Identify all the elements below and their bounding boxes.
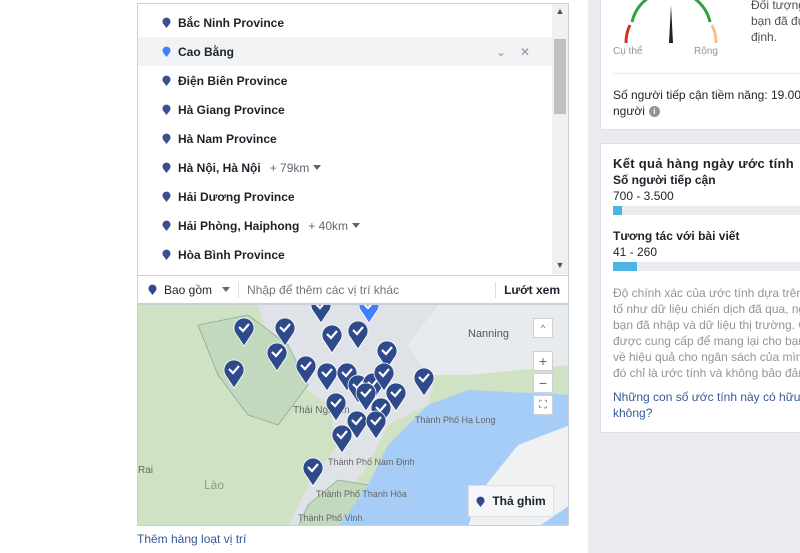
zoom-in-button[interactable]: + xyxy=(533,351,553,371)
bulk-add-locations-link[interactable]: Thêm hàng loạt vị trí xyxy=(137,532,246,546)
disclaimer-line: bạn đã nhập và dữ liệu thị trường. C xyxy=(613,318,800,332)
map-label-ha-long: Thành Phố Hạ Long xyxy=(415,415,496,425)
location-item[interactable]: Hải Dương Province xyxy=(138,182,552,211)
include-label: Bao gồm xyxy=(164,282,213,297)
location-item[interactable]: Hải Phòng, Haiphong + 40km xyxy=(138,211,552,240)
drop-pin-button[interactable]: Thả ghim xyxy=(468,485,554,517)
divider xyxy=(238,281,240,298)
helpful-line: không? xyxy=(613,406,653,420)
location-item[interactable]: Hòa Bình Province xyxy=(138,240,552,269)
map-label-lao: Lào xyxy=(204,478,224,492)
pin-icon xyxy=(162,220,171,231)
map-label-rai: Rai xyxy=(138,465,153,476)
pin-icon xyxy=(162,46,171,57)
zoom-out-button[interactable]: − xyxy=(533,373,553,393)
map[interactable]: Nanning Thái Nguyên Thành Phố Hạ Long Th… xyxy=(137,304,569,526)
radius-dropdown[interactable]: + 40km xyxy=(308,218,361,233)
pin-icon xyxy=(162,104,171,115)
engagement-progress-bar xyxy=(613,262,800,271)
pin-icon xyxy=(162,249,171,260)
drop-pin-label: Thả ghim xyxy=(492,494,546,508)
disclaimer-line: về hiệu quả cho ngân sách của mình xyxy=(613,350,800,364)
pin-icon xyxy=(162,133,171,144)
pin-icon xyxy=(162,191,171,202)
location-item[interactable]: Điện Biên Province xyxy=(138,66,552,95)
remove-icon[interactable]: ✕ xyxy=(520,45,530,59)
location-item[interactable]: Hà Nam Province xyxy=(138,124,552,153)
map-label-thanh-hoa: Thành Phố Thanh Hóa xyxy=(316,489,407,499)
disclaimer-line: tố như dữ liệu chiến dịch đã qua, ng xyxy=(613,302,800,316)
pin-icon xyxy=(162,75,171,86)
selected-locations-list: Bắc Ninh Province Cao Bằng ⌄ ✕ Điện Biên Pro… xyxy=(137,3,569,275)
radius-value: + 40km xyxy=(308,218,349,233)
potential-reach: Số người tiếp cận tiềm năng: 19.000 ngườ… xyxy=(613,87,800,119)
estimates-title: Kết quả hàng ngày ước tính xyxy=(613,156,795,171)
audience-gauge xyxy=(624,0,718,44)
disclaimer-line: được cung cấp để mang lại cho bạn xyxy=(613,334,800,348)
scrollbar-thumb[interactable] xyxy=(554,39,566,114)
map-label-vinh: Thành Phố Vinh xyxy=(298,513,362,523)
scroll-down-icon[interactable]: ▼ xyxy=(552,260,568,270)
audience-definition-card: Cụ thể Rộng Đối tượng bạn đã đư định. Số… xyxy=(600,0,800,130)
disclaimer-line: đó chỉ là ước tính và không bảo đảm xyxy=(613,366,800,380)
desc-line: bạn đã đư xyxy=(751,14,800,28)
audience-description: Đối tượng bạn đã đư định. xyxy=(751,0,800,45)
location-item[interactable]: Cao Bằng ⌄ ✕ xyxy=(138,37,552,66)
location-search-input[interactable] xyxy=(247,282,488,297)
estimate-disclaimer: Độ chính xác của ước tính dựa trên c tố … xyxy=(613,285,800,381)
daily-estimates-card: Kết quả hàng ngày ước tính Số người tiếp… xyxy=(600,143,800,433)
desc-line: định. xyxy=(751,30,778,44)
map-label-nanning: Nanning xyxy=(468,328,509,340)
gauge-broad-label: Rộng xyxy=(694,46,718,57)
location-name: Hải Phòng, Haiphong xyxy=(178,218,300,233)
potential-reach-value: Số người tiếp cận tiềm năng: 19.000 xyxy=(613,88,800,102)
location-name: Cao Bằng xyxy=(178,44,235,59)
reach-value: 700 - 3.500 xyxy=(613,189,674,203)
right-sidebar: Cụ thể Rộng Đối tượng bạn đã đư định. Số… xyxy=(588,0,800,553)
recenter-icon[interactable]: ⛶ xyxy=(533,395,553,415)
info-icon[interactable]: i xyxy=(648,105,660,117)
estimates-helpful-link[interactable]: Những con số ước tính này có hữu í không… xyxy=(613,389,800,421)
engagement-progress-fill xyxy=(613,262,638,271)
location-name: Hòa Bình Province xyxy=(178,247,285,262)
include-dropdown[interactable]: Bao gồm xyxy=(148,282,231,297)
location-name: Điện Biên Province xyxy=(178,73,288,88)
engagement-label: Tương tác với bài viết xyxy=(613,229,740,243)
pin-icon xyxy=(162,17,171,28)
location-name: Hải Dương Province xyxy=(178,189,295,204)
location-name: Bắc Ninh Province xyxy=(178,15,285,30)
caret-down-icon xyxy=(313,165,322,170)
caret-down-icon xyxy=(222,287,231,292)
divider xyxy=(613,73,800,74)
scroll-up-icon[interactable]: ▲ xyxy=(552,6,568,16)
reach-progress-bar xyxy=(613,206,800,215)
helpful-line: Những con số ước tính này có hữu í xyxy=(613,390,800,404)
scrollbar[interactable]: ▲ ▼ xyxy=(552,4,568,274)
pin-icon xyxy=(476,496,485,507)
pin-icon xyxy=(148,284,157,295)
reach-label: Số người tiếp cận xyxy=(613,173,716,187)
radius-value: + 79km xyxy=(269,160,310,175)
location-item[interactable]: Bắc Ninh Province xyxy=(138,8,552,37)
browse-button[interactable]: Lướt xem xyxy=(504,283,568,297)
chevron-down-icon[interactable]: ⌄ xyxy=(496,45,506,59)
divider xyxy=(495,281,497,298)
gauge-specific-label: Cụ thể xyxy=(613,46,643,57)
engagement-value: 41 - 260 xyxy=(613,245,658,259)
location-input-bar: Bao gồm Lướt xem xyxy=(137,275,569,304)
potential-reach-unit: người xyxy=(613,104,645,118)
location-name: Hà Nội, Hà Nội xyxy=(178,160,261,175)
map-label-nam-dinh: Thành Phố Nam Định xyxy=(328,457,415,467)
radius-dropdown[interactable]: + 79km xyxy=(270,161,322,175)
collapse-map-button[interactable]: ^ xyxy=(533,318,553,338)
desc-line: Đối tượng xyxy=(751,0,800,12)
location-name: Hà Giang Province xyxy=(178,102,285,117)
pin-icon xyxy=(162,162,171,173)
location-name: Hà Nam Province xyxy=(178,131,277,146)
location-item[interactable]: Hà Nội, Hà Nội + 79km xyxy=(138,153,552,182)
caret-down-icon xyxy=(352,223,361,228)
reach-progress-fill xyxy=(613,206,623,215)
disclaimer-line: Độ chính xác của ước tính dựa trên c xyxy=(613,286,800,300)
location-item[interactable]: Hà Giang Province xyxy=(138,95,552,124)
